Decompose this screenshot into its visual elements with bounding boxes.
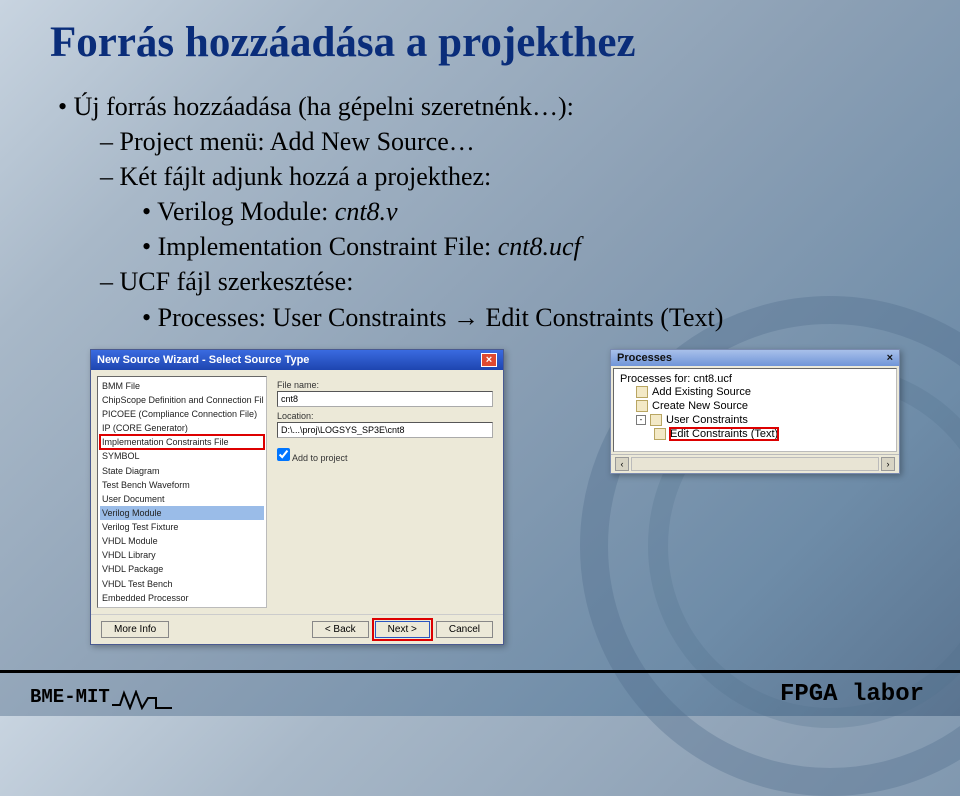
bullet-3a-text: Verilog Module: bbox=[157, 197, 335, 226]
bullet-3c: Processes: User Constraints → Edit Const… bbox=[142, 300, 910, 335]
bme-mit-label: BME-MIT bbox=[30, 686, 110, 708]
source-type-item[interactable]: Verilog Module bbox=[100, 506, 264, 520]
source-type-item[interactable]: SYMBOL bbox=[100, 449, 264, 463]
location-input[interactable] bbox=[277, 422, 493, 438]
bullet-3b: Implementation Constraint File: cnt8.ucf bbox=[142, 229, 910, 264]
expand-icon[interactable]: - bbox=[636, 415, 646, 425]
scroll-left-icon[interactable]: ‹ bbox=[615, 457, 629, 471]
wizard-right-pane: File name: Location: Add to project bbox=[273, 370, 503, 614]
scroll-track[interactable] bbox=[631, 457, 879, 471]
process-item[interactable]: Add Existing Source bbox=[620, 385, 890, 399]
source-type-item[interactable]: VHDL Package bbox=[100, 562, 264, 576]
bullet-2b: Két fájlt adjunk hozzá a projekthez: bbox=[100, 159, 910, 194]
processes-titlebar[interactable]: Processes × bbox=[611, 350, 899, 366]
source-type-item[interactable]: User Document bbox=[100, 492, 264, 506]
process-label: Edit Constraints (Text) bbox=[670, 428, 778, 440]
file-icon bbox=[636, 386, 648, 398]
source-type-list[interactable]: BMM FileChipScope Definition and Connect… bbox=[97, 376, 267, 608]
source-type-item[interactable]: Test Bench Waveform bbox=[100, 478, 264, 492]
processes-subtitle: Processes for: cnt8.ucf bbox=[620, 373, 890, 385]
bullet-3b-em: cnt8.ucf bbox=[498, 232, 581, 261]
processes-body: Processes for: cnt8.ucf Add Existing Sou… bbox=[613, 368, 897, 452]
footer-left: BME-MIT bbox=[30, 686, 182, 708]
scroll-right-icon[interactable]: › bbox=[881, 457, 895, 471]
close-icon[interactable]: × bbox=[481, 353, 497, 367]
process-item[interactable]: - User Constraints bbox=[620, 413, 890, 427]
processes-panel: Processes × Processes for: cnt8.ucf Add … bbox=[610, 349, 900, 474]
slide-content: Forrás hozzáadása a projekthez Új forrás… bbox=[0, 0, 960, 629]
source-type-item[interactable]: Verilog Test Fixture bbox=[100, 520, 264, 534]
add-to-project-label: Add to project bbox=[292, 453, 348, 463]
source-type-item[interactable]: BMM File bbox=[100, 379, 264, 393]
cancel-button[interactable]: Cancel bbox=[436, 621, 493, 638]
filename-input[interactable] bbox=[277, 391, 493, 407]
wizard-buttons: More Info < Back Next > Cancel bbox=[91, 614, 503, 644]
processes-title-text: Processes bbox=[617, 352, 672, 364]
source-type-item[interactable]: Embedded Processor bbox=[100, 591, 264, 605]
source-type-item[interactable]: IP (CORE Generator) bbox=[100, 421, 264, 435]
source-type-item[interactable]: VHDL Library bbox=[100, 548, 264, 562]
add-to-project-checkbox[interactable] bbox=[277, 448, 290, 461]
processes-tree[interactable]: Add Existing Source Create New Source- Use… bbox=[620, 385, 890, 441]
process-label: User Constraints bbox=[666, 414, 748, 426]
new-source-wizard: New Source Wizard - Select Source Type ×… bbox=[90, 349, 504, 645]
close-icon[interactable]: × bbox=[887, 352, 893, 364]
bullet-2c: UCF fájl szerkesztése: bbox=[100, 264, 910, 299]
add-to-project-row[interactable]: Add to project bbox=[277, 448, 493, 463]
bullet-2a: Project menü: Add New Source… bbox=[100, 124, 910, 159]
bullet-3b-text: Implementation Constraint File: bbox=[158, 232, 498, 261]
waveform-icon bbox=[112, 690, 182, 710]
bullet-3a: Verilog Module: cnt8.v bbox=[142, 194, 910, 229]
source-type-item[interactable]: Implementation Constraints File bbox=[100, 435, 264, 449]
source-type-item[interactable]: State Diagram bbox=[100, 464, 264, 478]
file-icon bbox=[650, 414, 662, 426]
source-type-item[interactable]: ChipScope Definition and Connection File bbox=[100, 393, 264, 407]
process-label: Create New Source bbox=[652, 400, 748, 412]
location-label: Location: bbox=[277, 411, 493, 421]
source-type-item[interactable]: VHDL Module bbox=[100, 534, 264, 548]
processes-scrollbar[interactable]: ‹ › bbox=[611, 454, 899, 473]
filename-label: File name: bbox=[277, 380, 493, 390]
slide-footer: BME-MIT FPGA labor bbox=[0, 670, 960, 716]
wizard-title-text: New Source Wizard - Select Source Type bbox=[97, 354, 309, 366]
file-icon bbox=[636, 400, 648, 412]
next-button[interactable]: Next > bbox=[375, 621, 430, 638]
file-icon bbox=[654, 428, 666, 440]
footer-right: FPGA labor bbox=[780, 681, 924, 708]
wizard-titlebar[interactable]: New Source Wizard - Select Source Type × bbox=[91, 350, 503, 370]
screenshots-area: New Source Wizard - Select Source Type ×… bbox=[50, 349, 910, 629]
source-type-item[interactable]: PICOEE (Compliance Connection File) bbox=[100, 407, 264, 421]
back-button[interactable]: < Back bbox=[312, 621, 369, 638]
process-label: Add Existing Source bbox=[652, 386, 751, 398]
process-item[interactable]: Edit Constraints (Text) bbox=[620, 427, 890, 441]
bullet-1: Új forrás hozzáadása (ha gépelni szeretn… bbox=[58, 89, 910, 124]
bullet-3a-em: cnt8.v bbox=[335, 197, 398, 226]
bullet-list: Új forrás hozzáadása (ha gépelni szeretn… bbox=[50, 89, 910, 335]
source-type-item[interactable]: VHDL Test Bench bbox=[100, 577, 264, 591]
slide-title: Forrás hozzáadása a projekthez bbox=[50, 18, 910, 67]
more-info-button[interactable]: More Info bbox=[101, 621, 169, 638]
process-item[interactable]: Create New Source bbox=[620, 399, 890, 413]
